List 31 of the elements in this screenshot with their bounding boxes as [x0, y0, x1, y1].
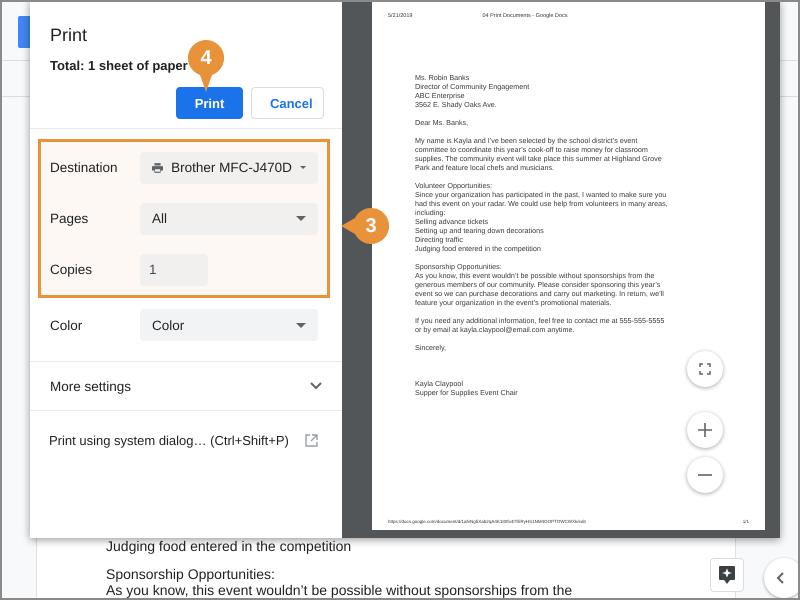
- cancel-button[interactable]: Cancel: [251, 87, 324, 119]
- dropdown[interactable]: All: [140, 202, 318, 234]
- setting-label: Color: [50, 318, 84, 332]
- step-callout: 3: [341, 207, 389, 245]
- plus-icon: [698, 423, 712, 437]
- step-callout: 4: [188, 40, 224, 92]
- dropdown[interactable]: Color: [140, 309, 318, 341]
- caret-icon: [296, 216, 306, 221]
- caret-icon: [300, 165, 306, 170]
- setting-label: Copies: [50, 262, 94, 277]
- copies-field[interactable]: 1: [140, 254, 208, 286]
- minus-icon: [698, 474, 712, 476]
- chevron-left-icon: [776, 572, 784, 584]
- caret-icon: [296, 322, 306, 328]
- chevron-icon: [310, 382, 322, 390]
- side-panel-toggle[interactable]: [764, 558, 798, 598]
- document-text: Judging food entered in the competition: [106, 538, 352, 554]
- sparkle-icon: [719, 566, 735, 584]
- more-settings-toggle[interactable]: More settings: [30, 361, 342, 411]
- sheet-total: Total: 1 sheet of paper: [50, 58, 188, 73]
- destination-dropdown[interactable]: Brother MFC-J470D: [140, 152, 318, 184]
- explore-button[interactable]: [710, 558, 744, 592]
- open-external-icon[interactable]: [305, 434, 318, 447]
- system-dialog-link[interactable]: Print using system dialog… (Ctrl+Shift+P): [49, 433, 289, 448]
- setting-label: Pages: [50, 211, 90, 226]
- print-button[interactable]: Print: [176, 87, 243, 119]
- fit-icon: [699, 363, 711, 375]
- document-text: Sponsorship Opportunities:: [106, 566, 276, 582]
- setting-label: Destination: [50, 160, 119, 175]
- document-text: As you know, this event wouldn’t be possible without sponsorships from the: [106, 582, 572, 598]
- dialog-title: Print: [49, 24, 88, 46]
